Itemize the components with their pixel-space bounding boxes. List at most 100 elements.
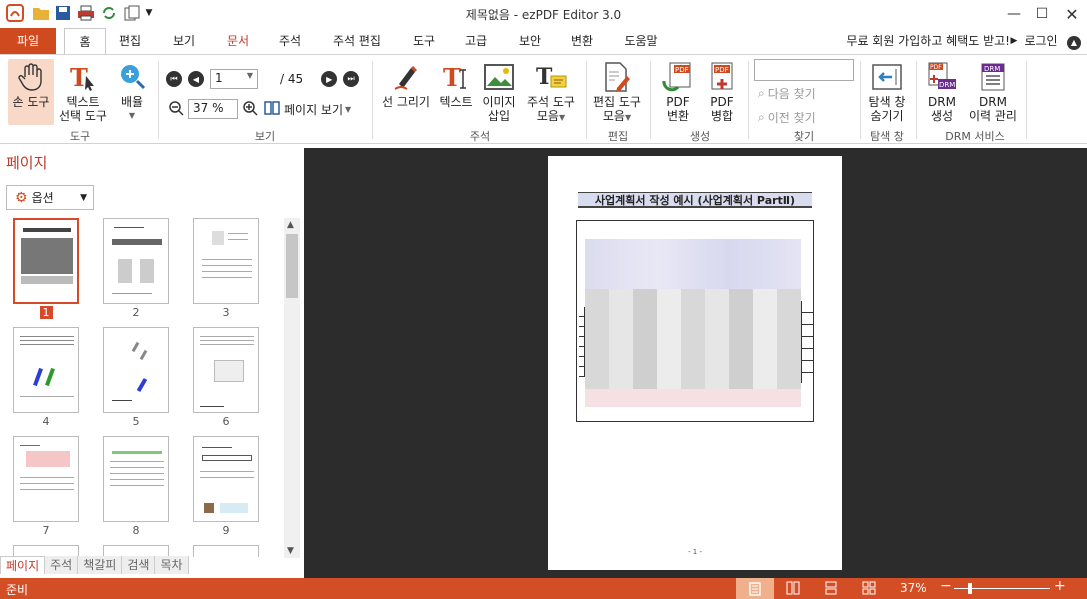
page-thumbnail[interactable] bbox=[193, 218, 259, 304]
zoom-slider-handle[interactable] bbox=[968, 583, 972, 594]
pdf-convert-button[interactable]: PDF PDF 변환 bbox=[656, 61, 700, 123]
page-view-button[interactable]: 페이지 보기 bbox=[284, 101, 343, 118]
annotation-tools-button[interactable]: T 주석 도구 모음▼ bbox=[522, 61, 580, 125]
panel-bottom-tabs: 페이지 주석 책갈피 검색 목차 bbox=[0, 556, 189, 574]
tab-view[interactable]: 보기 bbox=[162, 28, 206, 54]
page-thumbnail[interactable] bbox=[103, 436, 169, 522]
page-thumbnail[interactable] bbox=[193, 327, 259, 413]
document-heading: 사업계획서 작성 예시 (사업계획서 PartⅡ) bbox=[578, 192, 812, 208]
hide-nav-pane-button[interactable]: 탐색 창 숨기기 bbox=[862, 61, 912, 123]
scroll-view-icon[interactable] bbox=[824, 581, 838, 598]
svg-text:DRM: DRM bbox=[984, 65, 1000, 73]
page-thumbnail[interactable] bbox=[193, 436, 259, 522]
login-link[interactable]: 로그인 bbox=[1020, 28, 1062, 54]
maximize-icon[interactable]: ☐ bbox=[1026, 0, 1058, 28]
page-thumbnail[interactable] bbox=[103, 327, 169, 413]
zoom-out-icon[interactable] bbox=[168, 100, 184, 119]
tab-security[interactable]: 보안 bbox=[510, 28, 550, 54]
document-page[interactable]: 사업계획서 작성 예시 (사업계획서 PartⅡ) - 1 - bbox=[548, 156, 842, 570]
bottom-tab-annotations[interactable]: 주석 bbox=[45, 556, 79, 574]
edit-tools-button[interactable]: 편집 도구 모음▼ bbox=[588, 61, 646, 125]
chevron-down-icon: ▼ bbox=[624, 113, 632, 122]
close-icon[interactable]: ✕ bbox=[1056, 0, 1087, 28]
chevron-down-icon: ▼ bbox=[80, 192, 87, 203]
group-divider bbox=[650, 61, 651, 139]
tab-edit[interactable]: 편집 bbox=[110, 28, 150, 54]
page-total: / 45 bbox=[280, 72, 304, 86]
zoom-input[interactable]: 37 % bbox=[188, 99, 238, 119]
tab-tools[interactable]: 도구 bbox=[404, 28, 444, 54]
thumbnail-number: 1 bbox=[13, 306, 79, 319]
svg-text:T: T bbox=[443, 63, 461, 92]
page-thumbnail[interactable] bbox=[13, 436, 79, 522]
grid-view-icon[interactable] bbox=[862, 581, 876, 598]
tab-file[interactable]: 파일 bbox=[0, 28, 56, 54]
gear-icon: ⚙ bbox=[15, 189, 28, 206]
chevron-down-icon: ▼ bbox=[558, 113, 566, 122]
drm-history-icon: DRM bbox=[977, 61, 1009, 93]
nav-pane-icon bbox=[871, 61, 903, 93]
draw-line-button[interactable]: 선 그리기 bbox=[378, 61, 434, 109]
zoom-out-icon[interactable]: − bbox=[940, 578, 952, 594]
page-thumbnail[interactable] bbox=[103, 218, 169, 304]
tab-convert[interactable]: 변환 bbox=[562, 28, 602, 54]
image-icon bbox=[483, 61, 515, 93]
group-divider bbox=[748, 61, 749, 139]
bottom-tab-toc[interactable]: 목차 bbox=[155, 556, 189, 574]
insert-image-button[interactable]: 이미지 삽입 bbox=[478, 61, 520, 123]
tab-annotation-edit[interactable]: 주석 편집 bbox=[326, 28, 388, 54]
page-thumbnail[interactable] bbox=[13, 327, 79, 413]
thumbnail-number: 9 bbox=[222, 524, 230, 537]
search-next-icon: ⌕ bbox=[758, 86, 765, 100]
zoom-in-small-icon[interactable] bbox=[242, 100, 258, 119]
options-button[interactable]: ⚙ 옵션 ▼ bbox=[6, 185, 94, 210]
prev-page-icon[interactable]: ◀ bbox=[188, 71, 204, 87]
tab-advanced[interactable]: 고급 bbox=[456, 28, 496, 54]
tab-home[interactable]: 홈 bbox=[64, 28, 106, 55]
group-divider bbox=[158, 61, 159, 139]
search-input[interactable] bbox=[754, 59, 854, 81]
hand-tool-button[interactable]: 손 도구 bbox=[8, 59, 54, 125]
find-prev-button[interactable]: ⌕ 이전 찾기 bbox=[758, 109, 816, 126]
promo-link[interactable]: 무료 회원 가입하고 혜택도 받고! bbox=[830, 28, 1010, 54]
blurred-cell-block bbox=[585, 389, 801, 407]
thumbnail-number: 4 bbox=[42, 415, 50, 428]
ribbon: 손 도구 T 텍스트 선택 도구 배율 ▼ 도구 ⏮ ◀ 1 ▼ / 45 ▶ ⏭… bbox=[0, 54, 1087, 144]
text-button[interactable]: T 텍스트 bbox=[436, 61, 476, 109]
bottom-tab-pages[interactable]: 페이지 bbox=[0, 556, 46, 574]
text-tool-icon: T bbox=[440, 61, 472, 93]
document-viewer[interactable]: 사업계획서 작성 예시 (사업계획서 PartⅡ) - 1 - bbox=[304, 148, 1087, 578]
scroll-down-icon[interactable]: ▼ bbox=[287, 546, 294, 556]
bottom-tab-bookmarks[interactable]: 책갈피 bbox=[78, 556, 123, 574]
tab-help[interactable]: 도움말 bbox=[616, 28, 666, 54]
single-page-view-icon[interactable] bbox=[736, 578, 774, 599]
page-thumbnail[interactable] bbox=[193, 545, 259, 557]
table-row-marks bbox=[801, 301, 813, 383]
next-page-icon[interactable]: ▶ bbox=[321, 71, 338, 87]
pdf-convert-icon: PDF bbox=[662, 61, 694, 93]
status-text: 준비 bbox=[6, 583, 29, 597]
thumbnail-scrollbar[interactable]: ▲ ▼ bbox=[284, 218, 300, 558]
scroll-up-icon[interactable]: ▲ bbox=[287, 220, 294, 230]
pdf-merge-button[interactable]: PDF PDF 병합 bbox=[700, 61, 744, 123]
bottom-tab-search[interactable]: 검색 bbox=[122, 556, 156, 574]
tab-annotation[interactable]: 주석 bbox=[270, 28, 310, 54]
page-thumbnail[interactable] bbox=[13, 218, 79, 304]
group-divider bbox=[916, 61, 917, 139]
pdf-merge-icon: PDF bbox=[706, 61, 738, 93]
drm-create-button[interactable]: PDF DRM DRM 생성 bbox=[920, 61, 964, 123]
blurred-cell-block bbox=[585, 239, 801, 289]
zoom-in-icon[interactable]: + bbox=[1054, 578, 1066, 594]
text-select-tool-button[interactable]: T 텍스트 선택 도구 bbox=[56, 61, 110, 123]
tab-document[interactable]: 문서 bbox=[218, 28, 258, 54]
page-number-input[interactable]: 1 ▼ bbox=[210, 69, 258, 89]
find-next-button[interactable]: ⌕ 다음 찾기 bbox=[758, 85, 816, 102]
continuous-view-icon[interactable] bbox=[786, 581, 800, 598]
first-page-icon[interactable]: ⏮ bbox=[166, 71, 182, 87]
drm-history-button[interactable]: DRM DRM 이력 관리 bbox=[962, 61, 1024, 123]
last-page-icon[interactable]: ⏭ bbox=[343, 71, 360, 87]
scrollbar-thumb[interactable] bbox=[286, 234, 298, 298]
group-divider bbox=[860, 61, 861, 139]
zoom-button[interactable]: 배율 ▼ bbox=[114, 61, 150, 123]
collapse-ribbon-icon[interactable]: ▲ bbox=[1064, 28, 1084, 54]
